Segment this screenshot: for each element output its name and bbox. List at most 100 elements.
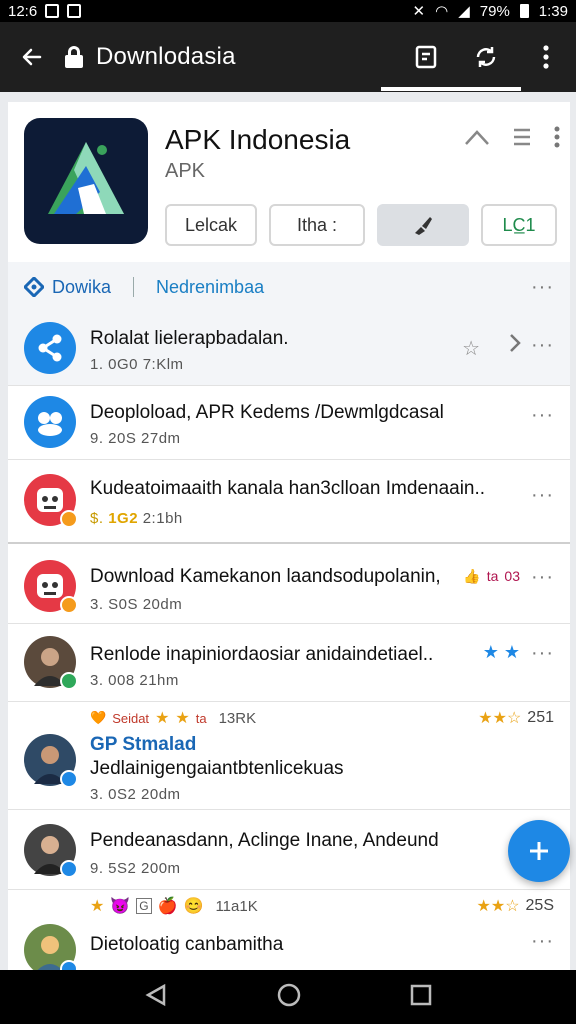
brush-icon — [415, 217, 432, 235]
status-time-left: 12:6 — [8, 2, 38, 20]
back-triangle-icon[interactable] — [144, 983, 168, 1012]
reaction-count: 11a1K — [215, 897, 258, 915]
reaction-icon: 😈 — [110, 898, 131, 915]
more-vert-icon[interactable] — [516, 22, 576, 92]
list-item-title: Pendeanasdann, Aclinge Inane, Andeund — [90, 830, 439, 851]
more-horiz-icon[interactable]: ··· — [531, 404, 554, 427]
wifi-icon: ◠ — [435, 3, 449, 20]
share-icon — [24, 322, 76, 374]
home-circle-icon[interactable] — [276, 982, 302, 1013]
more-vert-icon[interactable] — [554, 126, 560, 153]
tag-label: 03 — [504, 568, 520, 584]
star-outline-icon[interactable]: ☆ — [462, 336, 480, 361]
pill-button-4[interactable]: LC̲1 — [481, 204, 557, 246]
add-fab-button[interactable] — [508, 820, 570, 882]
bookmark-icon[interactable] — [396, 22, 456, 92]
list-item[interactable]: ★ 😈 G 🍎 😊 11a1K ★★☆ 25S Dietoloatig canb… — [8, 890, 570, 970]
list-item-title: Dietoloatig canbamitha — [90, 934, 284, 955]
status-clock: 1:39 — [538, 2, 568, 20]
status-bar: 12:6 ✕ ◠ ◢ 79% 1:39 — [0, 0, 576, 22]
star-icon: ★ — [175, 710, 190, 727]
list-item-meta: 1. 0G0 7:Klm — [90, 356, 184, 373]
list-item-meta: 3. 008 21hm — [90, 672, 179, 689]
list-item[interactable]: Rolalat lielerapbadalan. 1. 0G0 7:Klm ☆ … — [8, 312, 570, 386]
people-icon — [24, 396, 76, 448]
star-icon: ★ — [155, 710, 170, 727]
rating-stars: ★ ★ — [483, 642, 520, 663]
list-item-meta: $. 1G2 2:1bh — [90, 510, 183, 527]
more-horiz-icon[interactable]: ··· — [531, 484, 554, 507]
star-icon: ★ — [503, 642, 520, 662]
badge-icon — [60, 510, 78, 528]
star-icon: ★ — [90, 898, 105, 915]
lock-icon — [64, 46, 84, 68]
list-item-title: Renlode inapiniordaosiar anidaindetiael.… — [90, 644, 434, 665]
install-button[interactable] — [377, 204, 469, 246]
list-item-meta: 9. 20S 27dm — [90, 430, 181, 447]
battery-percent: 79% — [479, 2, 510, 20]
meta-rest: 2:1bh — [142, 510, 183, 527]
tag-label: ta — [486, 568, 499, 584]
person-photo-icon — [24, 636, 78, 690]
list-item[interactable]: Pendeanasdann, Aclinge Inane, Andeund 9.… — [8, 810, 570, 890]
app-header: APK Indonesia APK Lelcak Ithа : LC̲1 — [8, 102, 570, 262]
list-item[interactable]: Deoploload, APR Kedems /Dewmlgdcasal 9. … — [8, 386, 570, 460]
reaction-label: Seidat — [112, 710, 150, 726]
plus-icon — [530, 842, 548, 860]
list-item-title: Deoploload, APR Kedems /Dewmlgdcasal — [90, 402, 444, 423]
more-horiz-icon[interactable]: ··· — [531, 930, 554, 953]
pill-button-1[interactable]: Lelcak — [165, 204, 257, 246]
person-photo-icon — [24, 924, 78, 970]
tab-divider — [133, 277, 135, 297]
list-item-title: Kudeatoimaaith kanala han3clloan Imdenaa… — [90, 478, 486, 499]
verified-badge-icon — [60, 770, 78, 788]
notification-icon — [45, 4, 60, 18]
star-icon: ★★☆ — [476, 898, 520, 915]
list-item[interactable]: Download Kamekanon laandsodupolanin, 3. … — [8, 544, 570, 624]
list-item-author: GP Stmalad — [90, 734, 197, 755]
meta-highlight: 1G2 — [108, 510, 139, 527]
robot-icon — [24, 474, 78, 528]
tab-nedrenimbaa[interactable]: Nedrenimbaa — [156, 277, 264, 298]
rating: ★★☆ 25S — [477, 896, 555, 916]
person-photo-icon — [24, 824, 78, 878]
app-name: APK Indonesia — [165, 124, 351, 155]
verified-badge-icon — [60, 860, 78, 878]
pill-button-2[interactable]: Ithа : — [269, 204, 365, 246]
list-item-title: Jedlainigengaiantbtenlicekuas — [90, 758, 344, 779]
toolbar-progress-underline — [381, 87, 521, 91]
more-horiz-icon[interactable]: ··· — [531, 642, 554, 665]
reaction-label: G — [136, 898, 152, 914]
back-arrow-icon[interactable] — [0, 22, 64, 92]
list-item[interactable]: Renlode inapiniordaosiar anidaindetiael.… — [8, 624, 570, 702]
more-horiz-icon[interactable]: ··· — [531, 334, 554, 357]
more-horiz-icon[interactable]: ··· — [531, 276, 554, 299]
diamond-icon — [24, 277, 44, 297]
reaction-bar: 🧡 Seidat ★ ★ ta 13RK — [90, 708, 256, 728]
verified-badge-icon — [60, 672, 78, 690]
meta-prefix: $. — [90, 510, 104, 527]
system-nav-bar — [0, 970, 576, 1024]
rating-value: 251 — [527, 709, 554, 726]
item-tags: 👍 ta 03 — [463, 568, 520, 585]
tab-dowika[interactable]: Dowika — [24, 277, 111, 298]
list-item-title: Rolalat lielerapbadalan. — [90, 328, 289, 349]
refresh-icon[interactable] — [456, 22, 516, 92]
list-item[interactable]: 🧡 Seidat ★ ★ ta 13RK ★★☆ 251 GP Stmalad … — [8, 702, 570, 810]
content-card: APK Indonesia APK Lelcak Ithа : LC̲1 Dow… — [8, 102, 570, 970]
share-arrow-icon[interactable] — [464, 128, 490, 151]
list-item[interactable]: Kudeatoimaaith kanala han3clloan Imdenaa… — [8, 460, 570, 544]
list-item-meta: 3. 0S2 20dm — [90, 786, 181, 803]
more-horiz-icon[interactable]: ··· — [531, 566, 554, 589]
rating-value: 25S — [525, 897, 554, 914]
list-item-meta: 3. S0S 20dm — [90, 596, 183, 613]
reaction-icon: 😊 — [183, 898, 204, 915]
recents-square-icon[interactable] — [410, 984, 432, 1011]
star-icon: ★★☆ — [478, 710, 522, 727]
battery-icon — [519, 4, 529, 18]
reaction-icon: 🧡 — [90, 710, 107, 725]
chevron-right-icon[interactable] — [508, 332, 522, 359]
signal-icon: ◢ — [458, 3, 470, 20]
reaction-icon: 🍎 — [157, 898, 178, 915]
queue-icon[interactable] — [512, 127, 532, 152]
